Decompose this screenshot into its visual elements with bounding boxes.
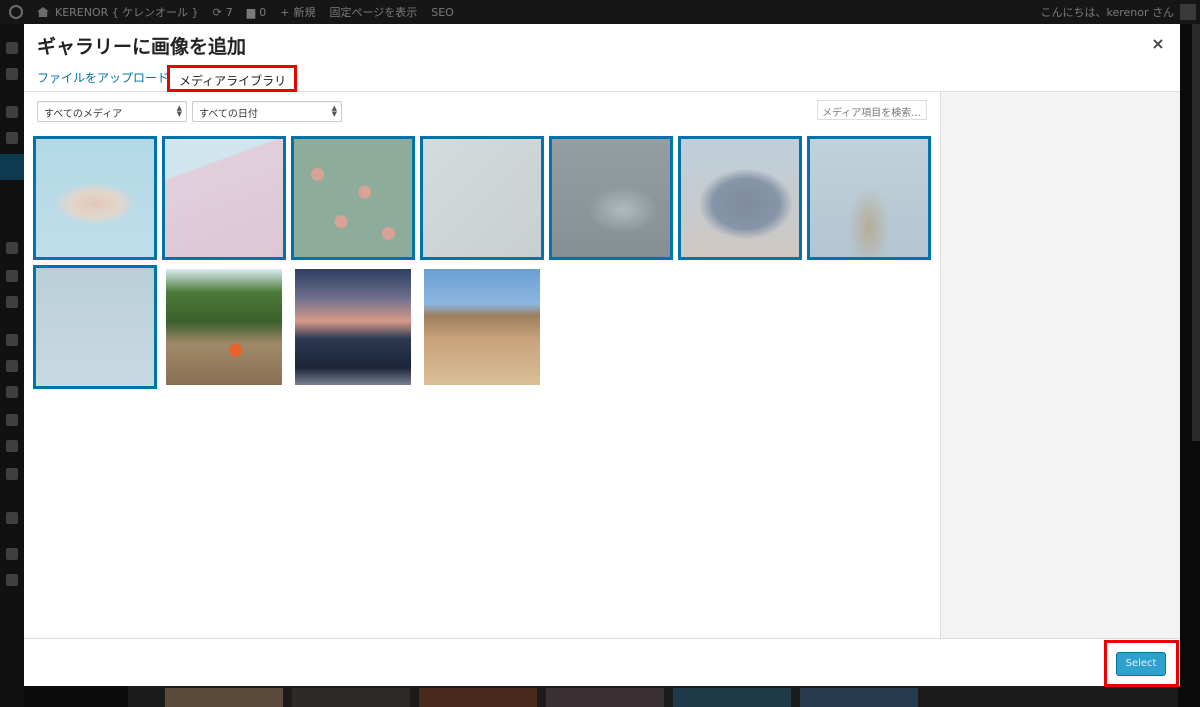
attachment-thumbnail[interactable] [295, 269, 411, 385]
updates-count: 7 [225, 5, 233, 19]
attachment-thumbnail[interactable] [291, 136, 415, 260]
media-icon[interactable] [6, 132, 18, 144]
media-type-filter[interactable]: すべてのメディア ▲ ▼ [37, 101, 187, 122]
comments-link[interactable]: ▆ 0 [240, 6, 273, 19]
avatar [1180, 4, 1196, 20]
attachment-thumbnail[interactable] [807, 136, 931, 260]
attachment-thumbnail[interactable] [678, 136, 802, 260]
tools-icon[interactable] [6, 414, 18, 426]
refresh-icon: ⟳ [212, 5, 222, 19]
view-page-label: 固定ページを表示 [329, 6, 418, 19]
tab-upload-files[interactable]: ファイルをアップロード [37, 69, 169, 86]
seo-link[interactable]: SEO [424, 6, 461, 19]
date-filter[interactable]: すべての日付 ▲ ▼ [192, 101, 342, 122]
modal-title: ギャラリーに画像を追加 [37, 36, 247, 58]
attachment-thumbnail[interactable] [33, 136, 157, 260]
select-arrows-icon: ▲ ▼ [176, 104, 182, 118]
plus-icon: + [280, 5, 290, 19]
updates-link[interactable]: ⟳ 7 [206, 6, 240, 19]
attachment-details-sidebar [940, 92, 1180, 638]
site-name: KERENOR { ケレンオール } [55, 6, 199, 19]
new-label: 新規 [293, 6, 316, 19]
highlight-box [1104, 640, 1179, 687]
shield-icon[interactable] [6, 68, 18, 80]
media-modal: ギャラリーに画像を追加 × ファイルをアップロード メディアライブラリ すべての… [24, 24, 1180, 687]
comment-icon: ▆ [246, 5, 256, 19]
pin-icon[interactable] [6, 270, 18, 282]
layout-icon[interactable] [6, 468, 18, 480]
dashboard-icon[interactable] [6, 42, 18, 54]
account-menu[interactable]: こんにちは、kerenor さん [1040, 4, 1200, 20]
pin-icon[interactable] [6, 106, 18, 118]
site-name-link[interactable]: KERENOR { ケレンオール } [30, 4, 206, 20]
new-content-link[interactable]: + 新規 [273, 4, 322, 20]
selection-overlay [681, 139, 799, 257]
sunset-sea-photo [295, 269, 411, 385]
selection-overlay [810, 139, 928, 257]
media-router: ファイルをアップロード メディアライブラリ [24, 64, 1180, 92]
background-thumbnail [546, 688, 664, 707]
attachment-thumbnail[interactable] [162, 136, 286, 260]
seo-label: SEO [431, 5, 454, 19]
background-thumbnail [800, 688, 918, 707]
selection-overlay [36, 139, 154, 257]
search-input[interactable]: メディア項目を検索... [817, 100, 927, 120]
admin-bar: KERENOR { ケレンオール } ⟳ 7 ▆ 0 + 新規 固定ページを表示 SE… [0, 0, 1200, 24]
attachment-thumbnail[interactable] [420, 136, 544, 260]
background-thumbnail [292, 688, 410, 707]
home-icon [37, 7, 49, 17]
selection-overlay [36, 268, 154, 386]
collapse-icon[interactable] [6, 574, 18, 586]
attachment-thumbnail[interactable] [549, 136, 673, 260]
gear-icon[interactable] [6, 512, 18, 524]
close-icon[interactable]: × [1150, 36, 1166, 52]
media-type-filter-value: すべてのメディア [44, 109, 123, 120]
share-icon[interactable] [6, 548, 18, 560]
desert-hill-photo [424, 269, 540, 385]
attachment-thumbnail[interactable] [166, 269, 282, 385]
selection-overlay [552, 139, 670, 257]
tab-media-library[interactable]: メディアライブラリ [167, 65, 298, 92]
background-thumbnail [419, 688, 537, 707]
media-toolbar: Select [24, 638, 1180, 687]
page-scrollbar[interactable] [1192, 24, 1200, 441]
users-icon[interactable] [6, 386, 18, 398]
wordpress-logo-icon[interactable] [0, 5, 30, 19]
appearance-icon[interactable] [6, 334, 18, 346]
settings-icon[interactable] [6, 440, 18, 452]
background-thumbnail [673, 688, 791, 707]
picnic-group-photo [166, 269, 282, 385]
admin-menu [0, 24, 24, 707]
view-page-link[interactable]: 固定ページを表示 [322, 4, 424, 20]
greeting: こんにちは、kerenor さん [1040, 6, 1174, 19]
selection-overlay [294, 139, 412, 257]
background-thumbnail [165, 688, 283, 707]
selection-overlay [165, 139, 283, 257]
select-arrows-icon: ▲ ▼ [331, 104, 337, 118]
pages-menu-active[interactable] [0, 154, 24, 180]
comments-icon[interactable] [6, 242, 18, 254]
mail-icon[interactable] [6, 296, 18, 308]
plugins-icon[interactable] [6, 360, 18, 372]
date-filter-value: すべての日付 [199, 109, 258, 120]
attachment-thumbnail[interactable] [424, 269, 540, 385]
comments-count: 0 [259, 5, 267, 19]
attachment-thumbnail[interactable] [33, 265, 157, 389]
selection-overlay [423, 139, 541, 257]
attachments-browser: すべてのメディア ▲ ▼ すべての日付 ▲ ▼ メディア項目を検索... [24, 92, 940, 638]
